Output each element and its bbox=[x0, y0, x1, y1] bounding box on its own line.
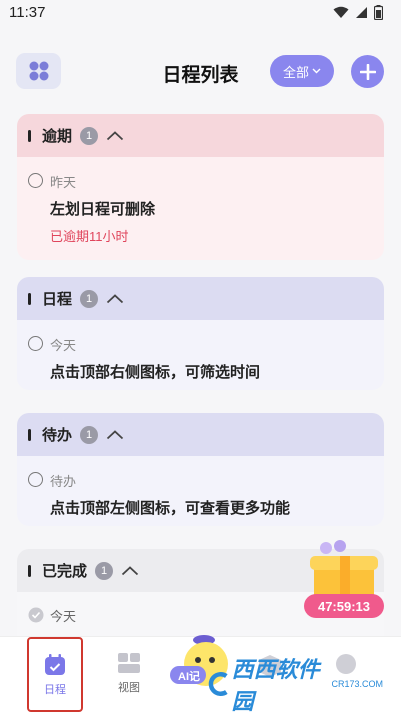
battery-icon bbox=[374, 5, 383, 20]
section-header[interactable]: 待办 1 bbox=[17, 413, 384, 456]
chevron-up-icon bbox=[121, 565, 139, 575]
filter-dropdown[interactable]: 全部 bbox=[270, 55, 334, 87]
check-circle-icon[interactable] bbox=[28, 607, 44, 623]
checkbox[interactable] bbox=[28, 336, 43, 351]
signal-icon bbox=[356, 7, 367, 18]
section-overdue: 逾期 1 昨天 左划日程可删除 已逾期11小时 bbox=[17, 114, 384, 260]
item-date: 昨天 bbox=[50, 175, 77, 190]
section-marker bbox=[28, 564, 31, 577]
tab-view[interactable]: 视图 bbox=[99, 637, 159, 713]
section-header[interactable]: 日程 1 bbox=[17, 277, 384, 320]
section-todo: 待办 1 待办 点击顶部左侧图标，可查看更多功能 bbox=[17, 413, 384, 526]
tab-schedule[interactable]: 日程 bbox=[27, 637, 83, 712]
plus-icon bbox=[359, 63, 376, 80]
schedule-item[interactable]: 昨天 左划日程可删除 已逾期11小时 bbox=[17, 157, 384, 260]
todo-item[interactable]: 待办 点击顶部左侧图标，可查看更多功能 bbox=[17, 456, 384, 526]
section-title: 日程 bbox=[42, 291, 73, 308]
tab-label: 日程 bbox=[44, 684, 66, 696]
wifi-icon bbox=[333, 6, 349, 18]
filter-label: 全部 bbox=[282, 64, 309, 80]
checkbox[interactable] bbox=[28, 472, 43, 487]
item-date: 今天 bbox=[50, 609, 77, 624]
schedule-item[interactable]: 今天 点击顶部右侧图标，可筛选时间 bbox=[17, 320, 384, 390]
section-schedule: 日程 1 今天 点击顶部右侧图标，可筛选时间 bbox=[17, 277, 384, 390]
chevron-up-icon bbox=[106, 130, 124, 140]
item-date: 待办 bbox=[50, 474, 77, 489]
item-date: 今天 bbox=[50, 338, 77, 353]
section-marker bbox=[28, 292, 31, 305]
mascot-label: AI记 bbox=[178, 671, 200, 683]
checkbox[interactable] bbox=[28, 173, 43, 188]
section-marker bbox=[28, 428, 31, 441]
chevron-down-icon bbox=[312, 68, 321, 74]
item-title: 左划日程可删除 bbox=[50, 201, 156, 218]
page-title: 日程列表 bbox=[162, 65, 239, 86]
watermark-c-icon bbox=[208, 672, 228, 696]
chevron-up-icon bbox=[106, 293, 124, 303]
watermark-logo: 西西软件园 CR173.COM bbox=[205, 657, 383, 713]
add-schedule-button[interactable] bbox=[351, 55, 384, 88]
countdown-timer[interactable]: 47:59:13 bbox=[304, 594, 384, 618]
watermark-url: CR173.COM bbox=[331, 679, 383, 689]
view-grid-icon bbox=[118, 653, 140, 673]
overdue-note: 已逾期11小时 bbox=[50, 229, 129, 244]
status-icons bbox=[333, 5, 383, 20]
count-badge: 1 bbox=[80, 289, 99, 308]
section-header[interactable]: 逾期 1 bbox=[17, 114, 384, 157]
calendar-icon bbox=[45, 654, 65, 675]
section-marker bbox=[28, 129, 31, 142]
count-badge: 1 bbox=[80, 126, 99, 145]
watermark-text: 西西软件园 bbox=[231, 657, 320, 713]
section-title: 逾期 bbox=[42, 128, 73, 145]
section-title: 已完成 bbox=[42, 563, 88, 580]
item-title: 点击顶部右侧图标，可筛选时间 bbox=[50, 364, 261, 381]
chevron-up-icon bbox=[106, 429, 124, 439]
status-bar: 11:37 bbox=[0, 0, 401, 26]
count-badge: 1 bbox=[95, 561, 114, 580]
count-badge: 1 bbox=[80, 425, 99, 444]
section-title: 待办 bbox=[42, 427, 73, 444]
item-title: 点击顶部左侧图标，可查看更多功能 bbox=[50, 500, 291, 517]
header: 日程列表 全部 bbox=[0, 48, 401, 94]
tab-label: 视图 bbox=[118, 682, 140, 694]
status-time: 11:37 bbox=[9, 4, 46, 21]
